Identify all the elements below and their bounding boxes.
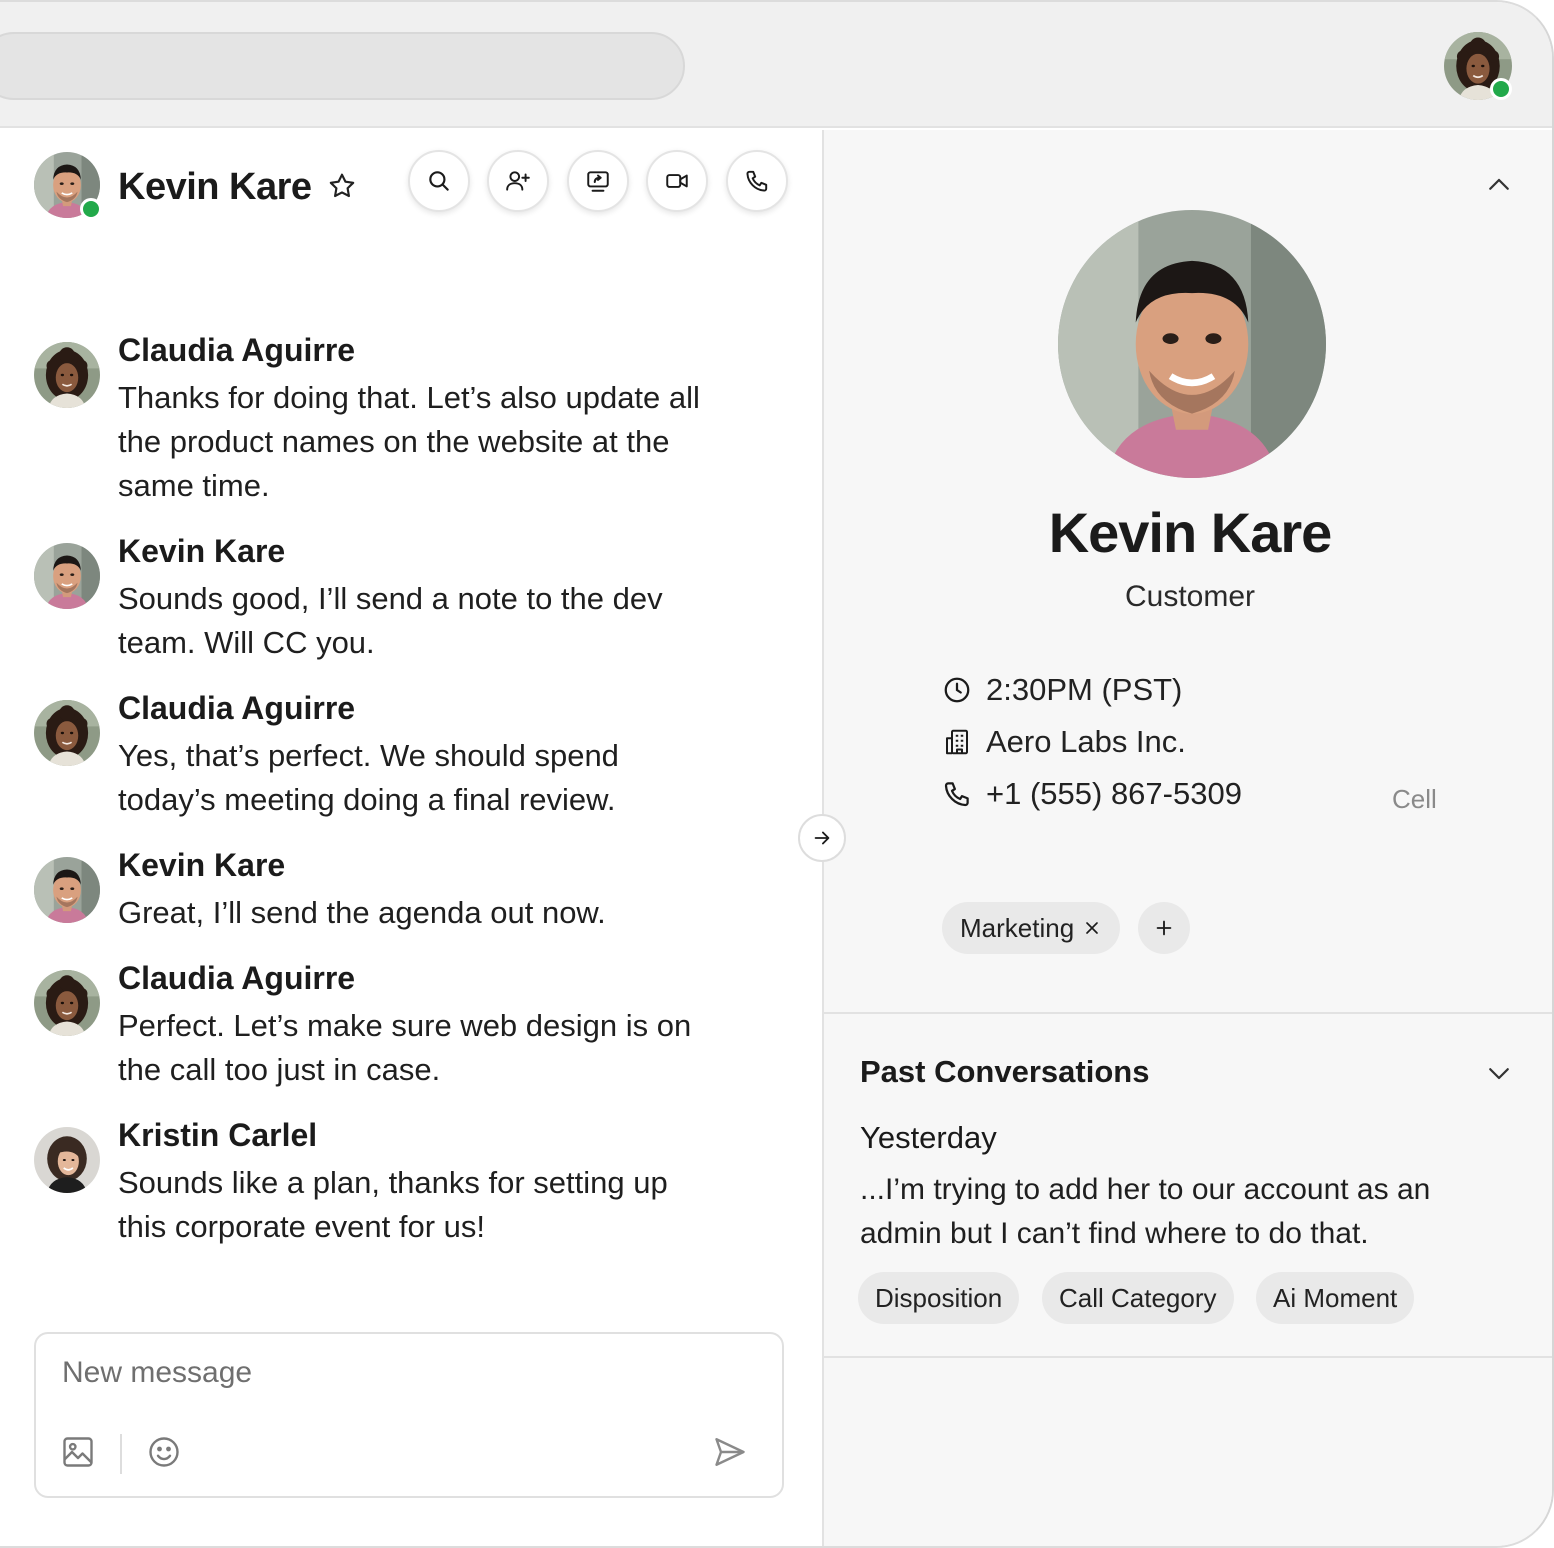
ai-moment-chip[interactable]: Ai Moment: [1256, 1272, 1415, 1324]
message-text: Thanks for doing that. Let’s also update…: [118, 380, 700, 503]
chevron-up-icon[interactable]: [1484, 170, 1514, 200]
message-sender: Kevin Kare: [118, 847, 286, 883]
global-search-input[interactable]: [0, 32, 685, 100]
contact-name: Kevin Kare: [118, 166, 312, 208]
avatar[interactable]: [34, 543, 100, 609]
disposition-chip[interactable]: Disposition: [858, 1272, 1020, 1324]
emoji-icon[interactable]: [146, 1434, 182, 1470]
close-icon[interactable]: [1082, 918, 1102, 938]
profile-role: Customer: [1124, 580, 1256, 613]
add-participant-button[interactable]: [487, 150, 549, 212]
search-button[interactable]: [408, 150, 470, 212]
phone-number[interactable]: +1 (555) 867-5309: [986, 776, 1242, 812]
avatar[interactable]: [34, 1127, 100, 1193]
phone-row[interactable]: +1 (555) 867-5309: [942, 774, 1242, 814]
toggle-details-button[interactable]: [798, 814, 846, 862]
building-icon: [946, 729, 968, 755]
avatar[interactable]: [34, 970, 100, 1036]
message-input[interactable]: New message: [62, 1356, 252, 1390]
message-text: Sounds like a plan, thanks for setting u…: [118, 1165, 668, 1244]
section-divider: [824, 1356, 1552, 1358]
local-time: 2:30PM (PST): [986, 672, 1183, 707]
company-row: Aero Labs Inc.: [942, 722, 1186, 762]
star-icon[interactable]: [326, 170, 358, 202]
avatar: [1058, 210, 1326, 478]
message-sender: Claudia Aguirre: [118, 332, 356, 368]
call-category-chip[interactable]: Call Category: [1042, 1272, 1234, 1324]
message-sender: Claudia Aguirre: [118, 690, 356, 726]
send-icon[interactable]: [712, 1434, 748, 1470]
message-composer[interactable]: New message: [34, 1332, 784, 1498]
add-tag-button[interactable]: [1138, 902, 1190, 954]
search-icon: [429, 171, 449, 191]
voice-call-button[interactable]: [726, 150, 788, 212]
image-icon[interactable]: [60, 1434, 96, 1470]
tag-label: Marketing: [960, 912, 1075, 943]
profile-photo: [1058, 210, 1326, 478]
profile-name: Kevin Kare: [1048, 501, 1333, 564]
message-text: Perfect. Let’s make sure web design is o…: [118, 1008, 692, 1087]
arrow-right-icon: [814, 831, 830, 845]
conversation-snippet[interactable]: ...I’m trying to add her to our account …: [860, 1168, 1510, 1256]
phone-icon: [746, 170, 768, 192]
add-user-icon: [506, 171, 530, 191]
online-status-dot: [80, 198, 102, 220]
plus-icon: [1156, 920, 1172, 936]
past-conversations-title: Past Conversations: [860, 1054, 1150, 1089]
contact-avatar[interactable]: [34, 152, 102, 220]
avatar[interactable]: [34, 700, 100, 766]
screen-share-button[interactable]: [567, 150, 629, 212]
message-sender: Kevin Kare: [118, 533, 286, 569]
conversation-date: Yesterday: [860, 1120, 997, 1155]
chat-panel: Kevin Kare Claudia Aguirre Thanks for do…: [0, 130, 822, 1546]
message-sender: Kristin Carlel: [118, 1117, 318, 1153]
current-user-avatar[interactable]: [1444, 32, 1512, 100]
toolbar-divider: [120, 1434, 122, 1474]
video-icon: [666, 174, 688, 188]
message-text: Sounds good, I’ll send a note to the dev…: [118, 581, 663, 660]
message-text: Great, I’ll send the agenda out now.: [118, 895, 606, 930]
message-text: Yes, that’s perfect. We should spend tod…: [118, 738, 619, 817]
app-window: Kevin Kare Claudia Aguirre Thanks for do…: [0, 0, 1554, 1548]
top-bar: [0, 2, 1552, 128]
tag-chip: Marketing: [942, 902, 1121, 954]
phone-type-label: Cell: [1392, 784, 1437, 814]
message-sender: Claudia Aguirre: [118, 960, 356, 996]
chevron-down-icon[interactable]: [1484, 1058, 1514, 1088]
section-divider: [824, 1012, 1552, 1014]
phone-icon: [944, 782, 969, 807]
contact-details-panel: Kevin Kare Customer 2:30PM (PST) Aero La…: [822, 130, 1552, 1546]
company-name: Aero Labs Inc.: [986, 724, 1186, 759]
avatar[interactable]: [34, 857, 100, 923]
video-call-button[interactable]: [646, 150, 708, 212]
local-time-row: 2:30PM (PST): [942, 670, 1182, 710]
online-status-dot: [1490, 78, 1512, 100]
clock-icon: [944, 677, 970, 703]
screen-share-icon: [587, 171, 609, 192]
avatar[interactable]: [34, 342, 100, 408]
